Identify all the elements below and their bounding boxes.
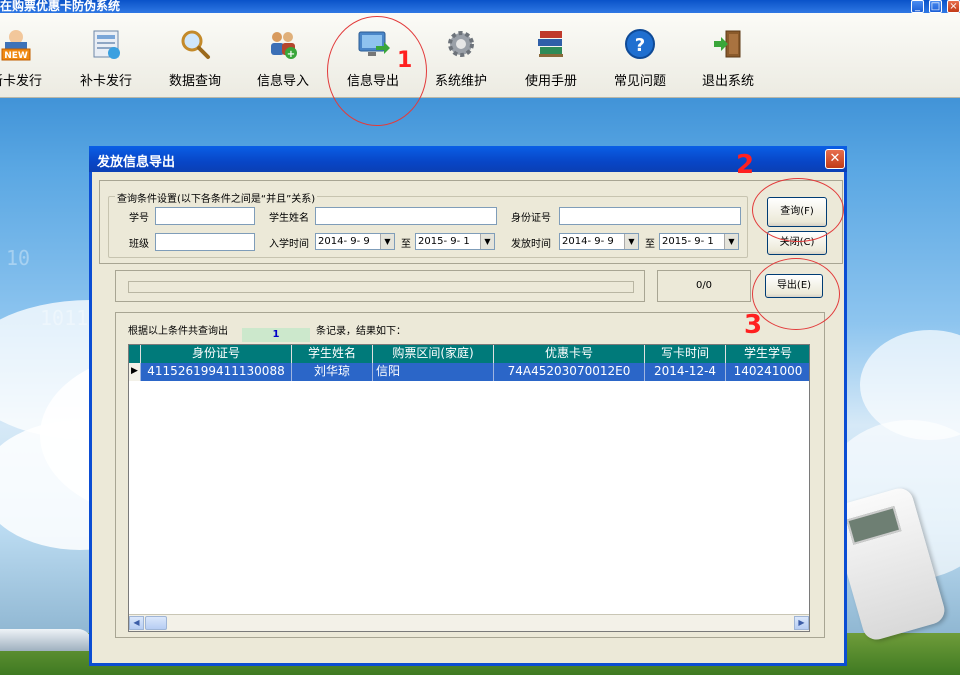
row-pointer-icon: ▶ — [129, 363, 141, 381]
table-cell: 411526199411130088 — [141, 363, 292, 381]
users-add-icon: + — [266, 27, 300, 61]
student-name-label: 学生姓名 — [269, 213, 309, 224]
chevron-down-icon[interactable]: ▼ — [480, 234, 494, 249]
table-cell: 74A45203070012E0 — [494, 363, 645, 381]
table-cell: 2014-12-4 — [645, 363, 726, 381]
query-group-legend: 查询条件设置(以下各条件之间是“并且”关系) — [115, 190, 318, 205]
toolbar-label: 系统维护 — [434, 74, 487, 89]
dialog-title: 发放信息导出 — [97, 155, 176, 170]
enroll-from-picker[interactable]: 2014- 9- 9 ▼ — [315, 233, 395, 250]
student-name-input[interactable] — [315, 207, 497, 225]
annotation-mark-1: 1 — [397, 48, 413, 73]
exit-door-icon — [711, 27, 745, 61]
column-header[interactable]: 身份证号 — [141, 345, 292, 363]
train-image — [0, 629, 92, 651]
column-header[interactable]: 写卡时间 — [645, 345, 726, 363]
progress-bar — [128, 281, 634, 293]
toolbar-label: 数据查询 — [168, 74, 221, 89]
enroll-from-value: 2014- 9- 9 — [318, 236, 370, 247]
table-cell: 刘华琼 — [292, 363, 373, 381]
table-row[interactable]: ▶ 411526199411130088 刘华琼 信阳 74A452030700… — [129, 363, 809, 381]
progress-count: 0/0 — [657, 270, 751, 302]
results-grid[interactable]: 身份证号 学生姓名 购票区间(家庭) 优惠卡号 写卡时间 学生学号 ▶ 4115… — [128, 344, 810, 632]
to-label: 至 — [401, 239, 411, 250]
student-no-input[interactable] — [155, 207, 255, 225]
dialog-titlebar: 发放信息导出 ✕ — [89, 146, 847, 172]
scroll-left-icon[interactable]: ◀ — [129, 616, 144, 630]
app-titlebar: 在购票优惠卡防伪系统 _ □ × — [0, 0, 960, 13]
id-no-input[interactable] — [559, 207, 741, 225]
question-icon: ? — [623, 27, 657, 61]
chevron-down-icon[interactable]: ▼ — [624, 234, 638, 249]
horizontal-scrollbar[interactable]: ◀ ▶ — [129, 614, 809, 631]
toolbar-label: 补卡发行 — [79, 74, 132, 89]
enroll-to-value: 2015- 9- 1 — [418, 236, 470, 247]
toolbar-user-manual[interactable]: 使用手册 — [511, 27, 591, 89]
new-card-icon: NEW — [0, 27, 33, 61]
minimize-button[interactable]: _ — [911, 0, 924, 13]
toolbar-system-maintenance[interactable]: 系统维护 — [421, 27, 501, 89]
app-title: 在购票优惠卡防伪系统 — [0, 0, 121, 13]
toolbar-exit[interactable]: 退出系统 — [688, 27, 768, 89]
toolbar-info-import[interactable]: + 信息导入 — [243, 27, 323, 89]
toolbar-reissue-card[interactable]: 补卡发行 — [66, 27, 146, 89]
enroll-to-picker[interactable]: 2015- 9- 1 ▼ — [415, 233, 495, 250]
to-label: 至 — [645, 239, 655, 250]
row-selector-header — [129, 345, 141, 363]
annotation-circle-3 — [752, 258, 840, 330]
column-header[interactable]: 优惠卡号 — [494, 345, 645, 363]
query-panel: 查询条件设置(以下各条件之间是“并且”关系) 学号 学生姓名 身份证号 班级 入… — [99, 180, 843, 264]
svg-text:?: ? — [635, 35, 645, 56]
issue-from-value: 2014- 9- 9 — [562, 236, 614, 247]
result-count: 1 — [242, 328, 310, 342]
table-cell: 信阳 — [373, 363, 494, 381]
close-window-button[interactable]: × — [947, 0, 960, 13]
chevron-down-icon[interactable]: ▼ — [724, 234, 738, 249]
svg-text:NEW: NEW — [4, 51, 28, 61]
toolbar-label: 使用手册 — [524, 74, 577, 89]
toolbar-label: 信息导入 — [256, 74, 309, 89]
toolbar-faq[interactable]: ? 常见问题 — [600, 27, 680, 89]
issue-from-picker[interactable]: 2014- 9- 9 ▼ — [559, 233, 639, 250]
scroll-right-icon[interactable]: ▶ — [794, 616, 809, 630]
magnifier-icon — [178, 27, 212, 61]
issue-to-value: 2015- 9- 1 — [662, 236, 714, 247]
table-cell: 140241000 — [726, 363, 809, 381]
annotation-mark-2: 2 — [736, 150, 755, 180]
query-conditions-group: 查询条件设置(以下各条件之间是“并且”关系) 学号 学生姓名 身份证号 班级 入… — [108, 190, 748, 258]
annotation-mark-3: 3 — [744, 310, 763, 340]
issue-to-picker[interactable]: 2015- 9- 1 ▼ — [659, 233, 739, 250]
class-input[interactable] — [155, 233, 255, 251]
id-no-label: 身份证号 — [511, 213, 551, 224]
progress-bar-frame — [115, 270, 645, 302]
gear-icon — [444, 27, 478, 61]
result-suffix-text: 条记录，结果如下： — [316, 326, 406, 337]
column-header[interactable]: 学生学号 — [726, 345, 809, 363]
main-toolbar: NEW 新卡发行 补卡发行 数据查询 — [0, 13, 960, 98]
dialog-close-button[interactable]: ✕ — [825, 149, 845, 169]
toolbar-new-card[interactable]: NEW 新卡发行 — [0, 27, 56, 89]
column-header[interactable]: 学生姓名 — [292, 345, 373, 363]
chevron-down-icon[interactable]: ▼ — [380, 234, 394, 249]
issue-time-label: 发放时间 — [511, 239, 551, 250]
result-prefix-text: 根据以上条件共查询出 — [128, 326, 228, 337]
enroll-time-label: 入学时间 — [269, 239, 309, 250]
scroll-thumb[interactable] — [145, 616, 167, 630]
class-label: 班级 — [129, 239, 149, 250]
toolbar-label: 退出系统 — [701, 74, 754, 89]
annotation-circle-2 — [752, 178, 844, 242]
reissue-card-icon — [89, 27, 123, 61]
column-header[interactable]: 购票区间(家庭) — [373, 345, 494, 363]
svg-text:+: + — [287, 49, 295, 60]
maximize-button[interactable]: □ — [929, 0, 942, 13]
student-no-label: 学号 — [129, 213, 149, 224]
toolbar-label: 新卡发行 — [0, 74, 42, 89]
grid-header: 身份证号 学生姓名 购票区间(家庭) 优惠卡号 写卡时间 学生学号 — [129, 345, 809, 363]
toolbar-label: 常见问题 — [613, 74, 666, 89]
toolbar-data-query[interactable]: 数据查询 — [155, 27, 235, 89]
books-icon — [534, 27, 568, 61]
